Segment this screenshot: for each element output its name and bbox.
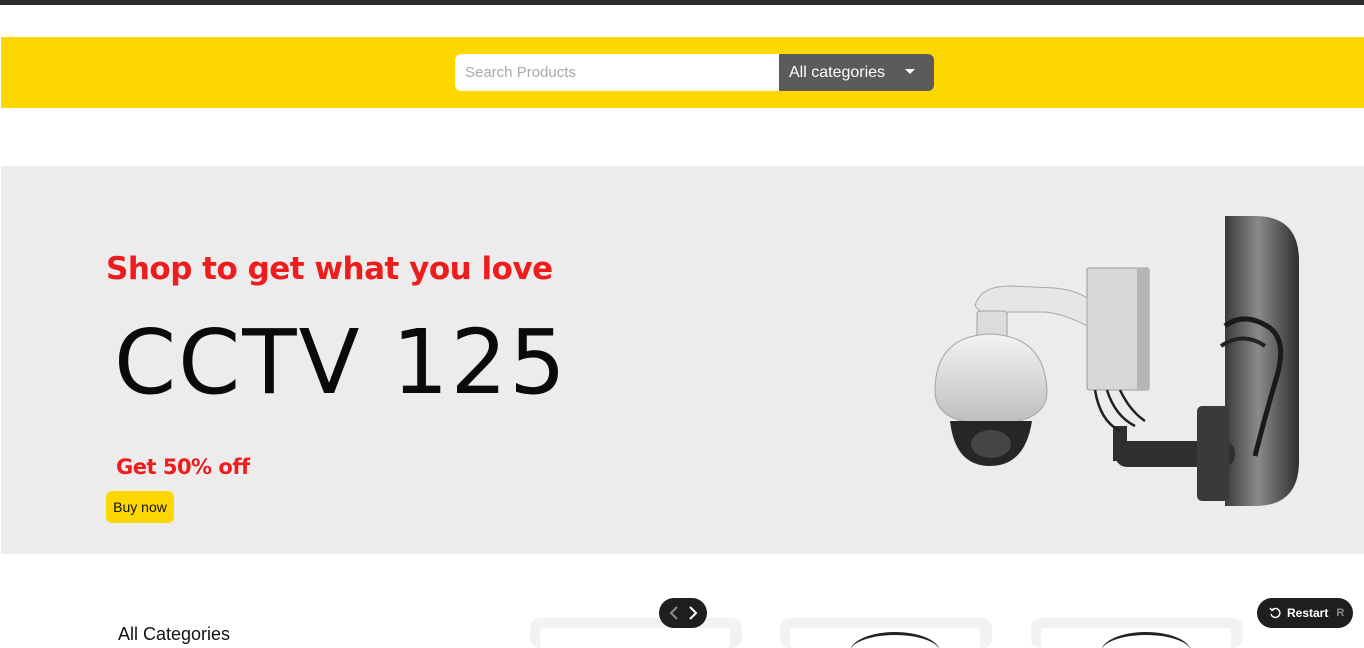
product-card[interactable]: [1031, 618, 1243, 648]
top-bar: [0, 0, 1364, 5]
cctv-camera-image: [934, 216, 1299, 506]
product-card-image: [540, 628, 730, 648]
restart-label: Restart: [1287, 606, 1329, 620]
hero-tagline: Shop to get what you love: [106, 251, 553, 287]
caret-down-icon: [905, 69, 915, 74]
product-card[interactable]: [780, 618, 992, 648]
restart-button[interactable]: Restart R: [1257, 598, 1353, 628]
category-select[interactable]: All categories: [779, 54, 934, 91]
carousel-nav: [659, 598, 707, 628]
product-card[interactable]: [530, 618, 742, 648]
product-card-image: [1041, 628, 1231, 648]
restart-icon: [1269, 607, 1281, 619]
search-bar: All categories: [455, 54, 934, 91]
product-card-image: [790, 628, 980, 648]
hero-product-name: CCTV 125: [114, 310, 568, 414]
restart-shortcut: R: [1336, 607, 1345, 619]
category-select-label: All categories: [789, 63, 886, 81]
chevron-left-icon[interactable]: [666, 603, 682, 623]
chevron-right-icon[interactable]: [685, 603, 701, 623]
hero-offer: Get 50% off: [116, 455, 250, 479]
buy-now-button[interactable]: Buy now: [106, 491, 174, 523]
search-input[interactable]: [455, 54, 779, 91]
